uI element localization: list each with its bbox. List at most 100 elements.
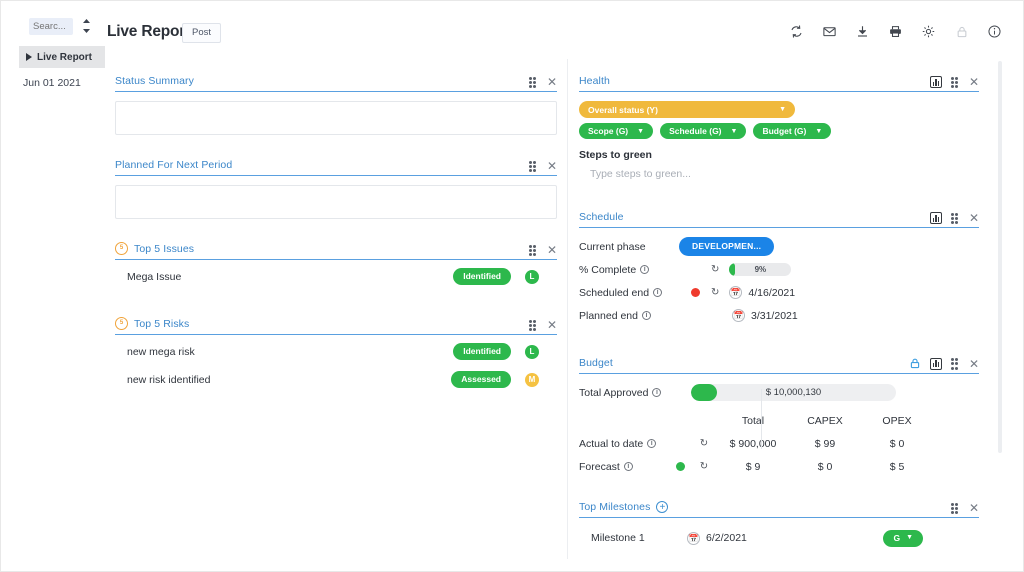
close-icon[interactable]: ✕ [969, 212, 979, 224]
forecast-capex: $ 0 [817, 460, 833, 473]
refresh-icon[interactable]: ↻ [700, 438, 708, 449]
panel-schedule: Schedule ✕ Current phase DEVELOPMEN... %… [579, 207, 979, 327]
add-milestone-icon[interactable]: + [656, 501, 669, 513]
status-badge[interactable]: Identified [453, 343, 511, 360]
budget-status-dropdown[interactable]: Budget (G) ▼ [753, 123, 832, 139]
close-icon[interactable]: ✕ [547, 319, 557, 331]
drag-handle-icon[interactable] [950, 76, 960, 89]
drag-handle-icon[interactable] [528, 244, 538, 257]
info-icon[interactable]: i [647, 439, 657, 448]
budget-status-label: Budget (G) [762, 126, 807, 136]
overall-status-dropdown[interactable]: Overall status (Y) ▼ [579, 101, 795, 118]
table-row: Forecast i ↻ $ 9 $ 0 $ 5 [579, 455, 979, 478]
status-badge[interactable]: Assessed [451, 371, 511, 388]
mail-icon[interactable] [821, 23, 838, 40]
planned-next-period-input[interactable] [115, 185, 557, 219]
close-icon[interactable]: ✕ [547, 76, 557, 88]
current-phase-row: Current phase DEVELOPMEN... [579, 235, 979, 258]
total-approved-bar[interactable]: $ 10,000,130 [691, 384, 896, 401]
panel-header-icons: ✕ [909, 357, 979, 370]
gear-icon[interactable] [920, 23, 937, 40]
status-badge[interactable]: Identified [453, 268, 511, 285]
chart-icon[interactable] [929, 212, 942, 224]
lock-icon[interactable] [909, 357, 921, 370]
close-icon[interactable]: ✕ [969, 76, 979, 88]
actual-total: $ 900,000 [729, 437, 777, 450]
top-bar: Live Report Post [1, 1, 1023, 47]
current-phase-value[interactable]: DEVELOPMEN... [679, 237, 775, 256]
refresh-icon[interactable] [788, 23, 805, 40]
close-icon[interactable]: ✕ [547, 244, 557, 256]
sidebar-item-live-report[interactable]: Live Report [19, 46, 105, 68]
print-icon[interactable] [887, 23, 904, 40]
table-row[interactable]: new mega risk Identified L [115, 340, 557, 363]
refresh-icon[interactable]: ↻ [700, 461, 708, 472]
panel-top-5-risks: 5 Top 5 Risks ✕ new mega risk Identified… [115, 314, 557, 391]
risk-name: new risk identified [127, 373, 211, 386]
steps-to-green-label: Steps to green [579, 149, 652, 161]
refresh-icon[interactable]: ↻ [711, 264, 719, 275]
planned-end-date[interactable]: 📅 3/31/2021 [732, 309, 798, 322]
panel-budget: Budget ✕ Total Approved i $ 10,000,130 T… [579, 353, 979, 478]
drag-handle-icon[interactable] [950, 212, 960, 225]
panel-health: Health ✕ Overall status (Y) ▼ Scope (G) … [579, 71, 979, 180]
panel-header-icons: ✕ [528, 160, 557, 173]
info-icon[interactable]: i [652, 388, 662, 397]
panel-planned-next-period: Planned For Next Period ✕ [115, 155, 557, 219]
scrollbar-right-column[interactable] [998, 61, 1002, 453]
sidebar: Live Report Jun 01 2021 [1, 43, 105, 571]
post-button[interactable]: Post [182, 23, 222, 43]
date-text: 3/31/2021 [751, 309, 798, 322]
info-icon[interactable]: i [623, 462, 633, 471]
drag-handle-icon[interactable] [528, 160, 538, 173]
close-icon[interactable]: ✕ [969, 358, 979, 370]
top5-icon: 5 [115, 241, 128, 255]
forecast-label: Forecast i [579, 461, 669, 473]
search-input[interactable] [29, 18, 73, 35]
close-icon[interactable]: ✕ [547, 160, 557, 172]
panel-title: Health [579, 75, 610, 87]
milestone-status-dropdown[interactable]: G ▼ [883, 529, 923, 547]
refresh-cell: ↻ [691, 438, 717, 449]
chart-icon[interactable] [929, 357, 942, 370]
refresh-cell: ↻ [691, 461, 717, 472]
milestone-date[interactable]: 📅 6/2/2021 [687, 531, 747, 545]
actual-opex: $ 0 [889, 437, 905, 450]
date-text: 4/16/2021 [748, 286, 796, 299]
drag-handle-icon[interactable] [528, 76, 538, 89]
scope-status-dropdown[interactable]: Scope (G) ▼ [579, 123, 654, 139]
drag-handle-icon[interactable] [528, 319, 538, 332]
info-icon[interactable]: i [640, 265, 650, 274]
chevron-down-icon: ▼ [815, 127, 823, 135]
calendar-icon: 📅 [687, 531, 700, 545]
scope-status-label: Scope (G) [588, 126, 629, 136]
column-header-total: Total [741, 415, 765, 427]
scheduled-end-date[interactable]: 📅 4/16/2021 [729, 286, 795, 299]
table-row: Actual to date i ↻ $ 900,000 $ 99 $ 0 [579, 432, 979, 455]
status-summary-input[interactable] [115, 101, 557, 135]
sort-toggle-icon[interactable] [79, 17, 93, 35]
panel-top-5-issues: 5 Top 5 Issues ✕ Mega Issue Identified L [115, 239, 557, 288]
page-title: Live Report [107, 23, 191, 40]
refresh-icon[interactable]: ↻ [711, 287, 719, 298]
steps-to-green-input[interactable]: Type steps to green... [579, 168, 979, 180]
forecast-total: $ 9 [745, 460, 761, 473]
panel-header-icons: ✕ [528, 319, 557, 332]
info-icon[interactable] [986, 23, 1003, 40]
panel-header: Health ✕ [579, 71, 979, 92]
chart-icon[interactable] [929, 76, 942, 88]
schedule-status-dropdown[interactable]: Schedule (G) ▼ [660, 123, 747, 139]
left-column: Status Summary ✕ Planned For Next Period… [105, 59, 569, 559]
panel-title: Schedule [579, 211, 624, 223]
table-row[interactable]: Milestone 1 📅 6/2/2021 G ▼ [579, 525, 979, 551]
table-row[interactable]: new risk identified Assessed M [115, 368, 557, 391]
info-icon[interactable]: i [653, 288, 663, 297]
close-icon[interactable]: ✕ [969, 502, 979, 514]
percent-complete-label: % Complete i [579, 264, 679, 276]
download-icon[interactable] [854, 23, 871, 40]
drag-handle-icon[interactable] [950, 502, 960, 515]
percent-complete-bar[interactable]: 9% [729, 263, 792, 276]
info-icon[interactable]: i [641, 311, 651, 320]
table-row[interactable]: Mega Issue Identified L [115, 265, 557, 288]
drag-handle-icon[interactable] [950, 358, 960, 370]
